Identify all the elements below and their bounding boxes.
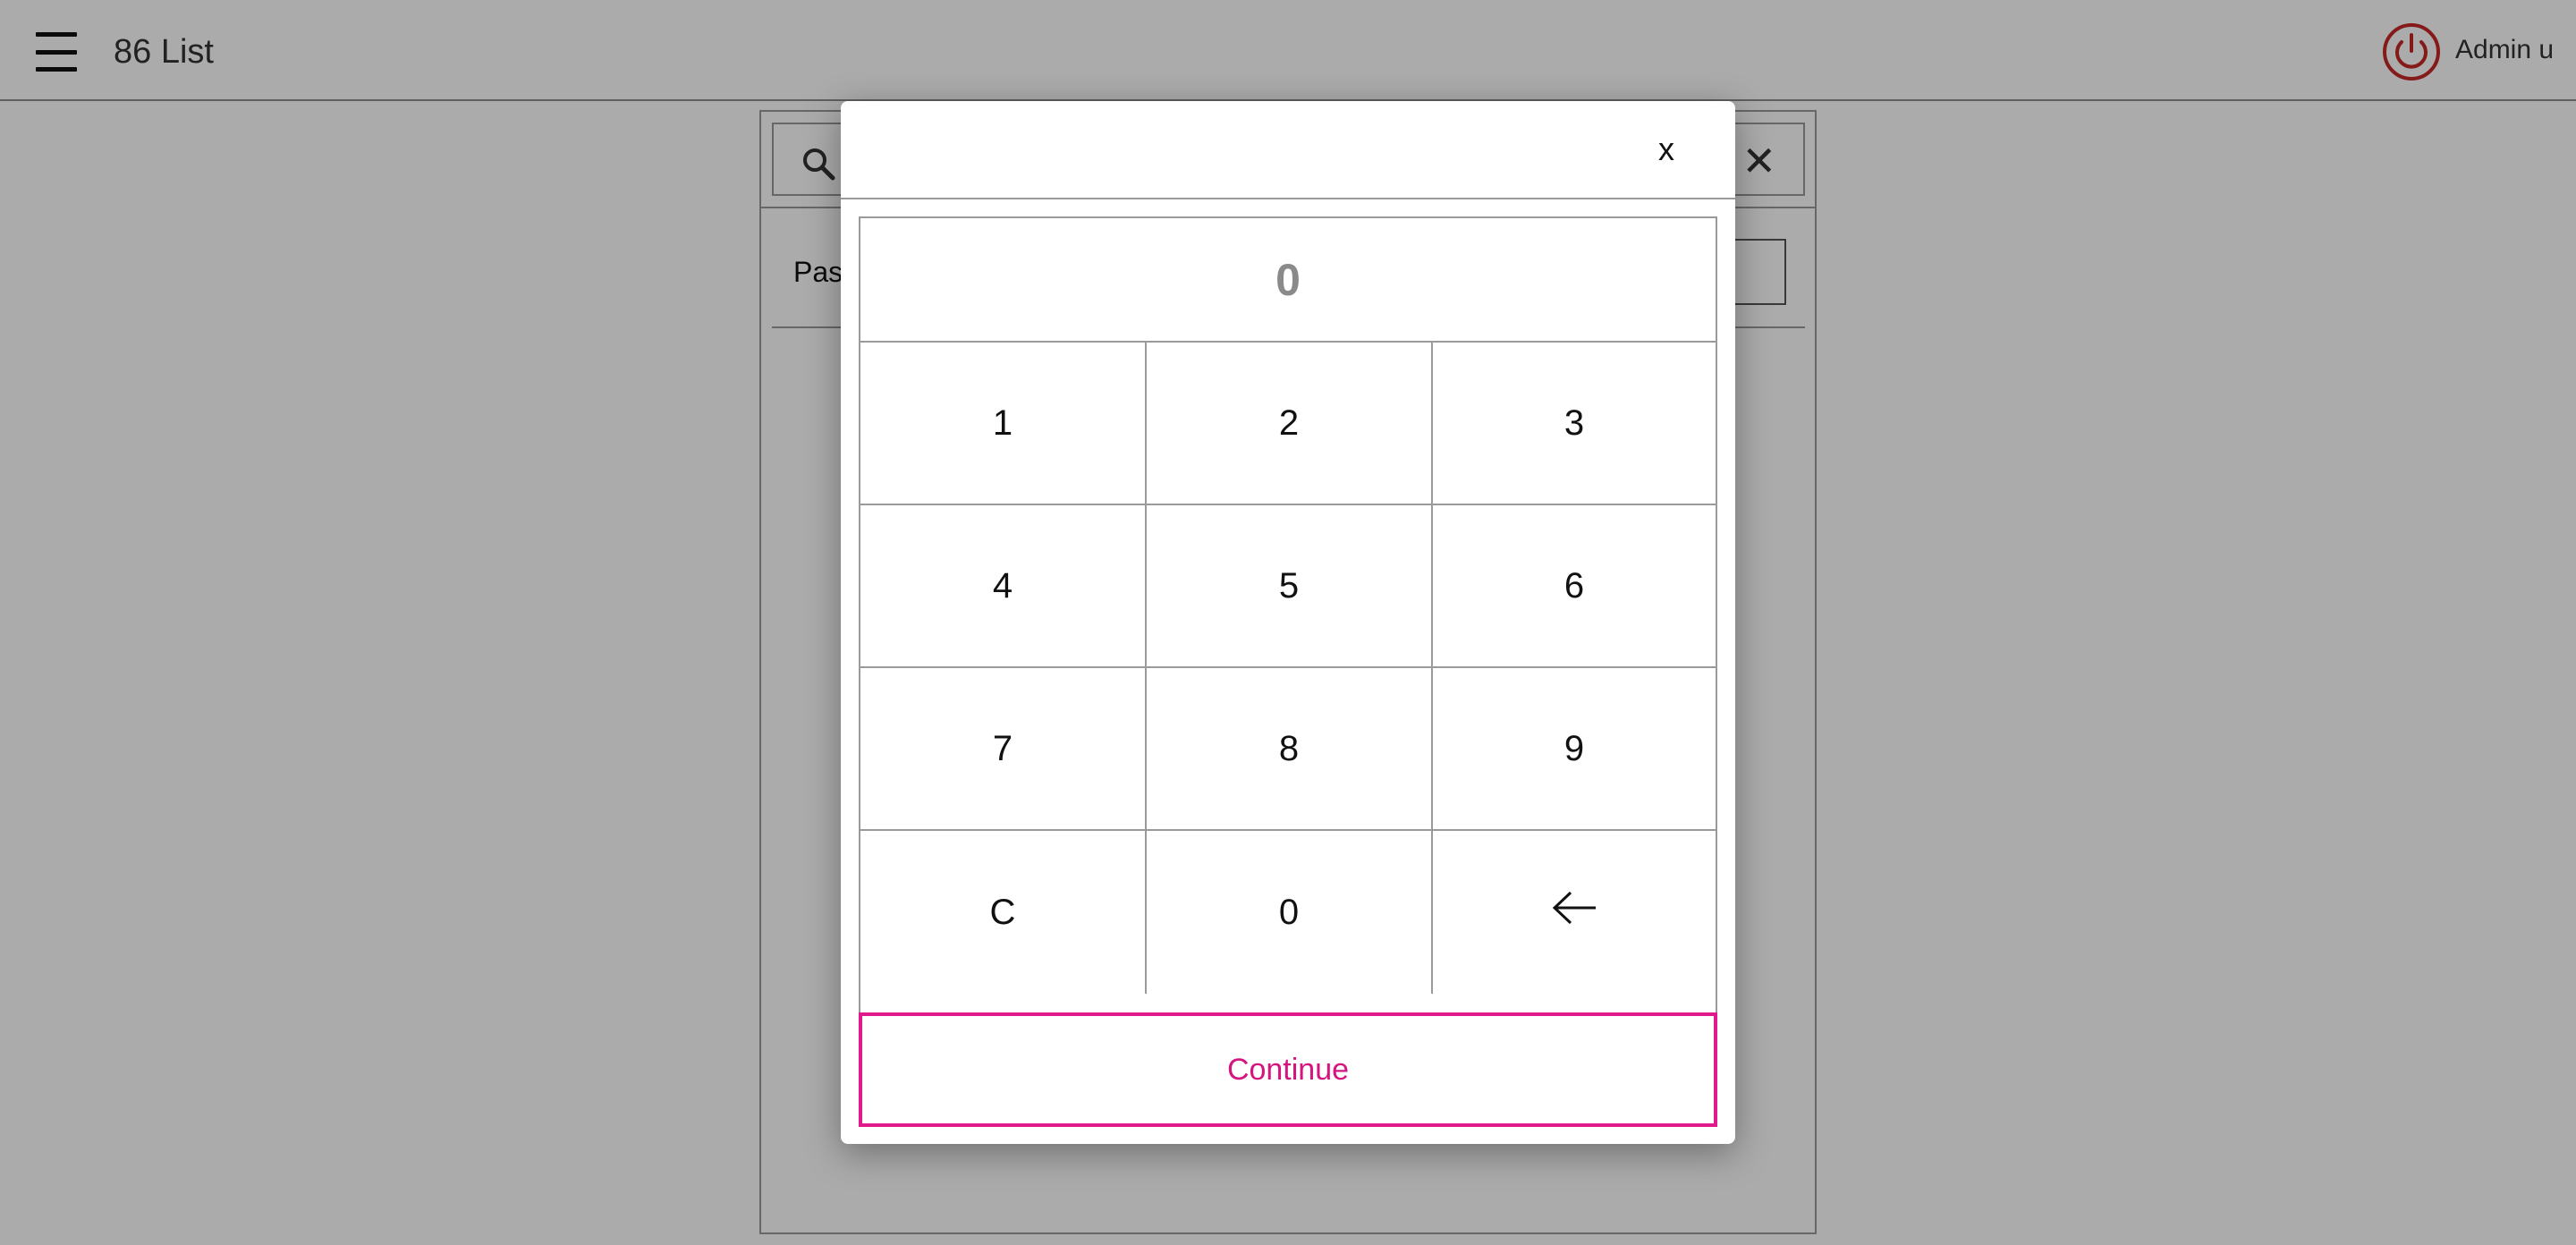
modal-close-button[interactable]: x — [1651, 128, 1682, 171]
key-8[interactable]: 8 — [1147, 668, 1433, 831]
key-9[interactable]: 9 — [1433, 668, 1716, 831]
keypad-modal: x 0 1 2 3 4 5 6 7 8 9 C 0 Continue — [841, 101, 1735, 1144]
key-7[interactable]: 7 — [860, 668, 1147, 831]
key-4[interactable]: 4 — [860, 505, 1147, 668]
key-5[interactable]: 5 — [1147, 505, 1433, 668]
numeric-keypad: 0 1 2 3 4 5 6 7 8 9 C 0 — [859, 216, 1717, 1095]
key-2[interactable]: 2 — [1147, 343, 1433, 505]
app-root: 86 List Admin u ✕ Pas x 0 1 2 3 4 5 6 7 … — [0, 0, 2576, 1245]
keypad-display: 0 — [860, 218, 1716, 343]
backspace-arrow-icon — [1551, 890, 1597, 935]
key-3[interactable]: 3 — [1433, 343, 1716, 505]
key-clear[interactable]: C — [860, 831, 1147, 994]
modal-header: x — [841, 101, 1735, 199]
key-backspace[interactable] — [1433, 831, 1716, 994]
key-1[interactable]: 1 — [860, 343, 1147, 505]
continue-button[interactable]: Continue — [859, 1012, 1717, 1127]
key-6[interactable]: 6 — [1433, 505, 1716, 668]
key-0[interactable]: 0 — [1147, 831, 1433, 994]
